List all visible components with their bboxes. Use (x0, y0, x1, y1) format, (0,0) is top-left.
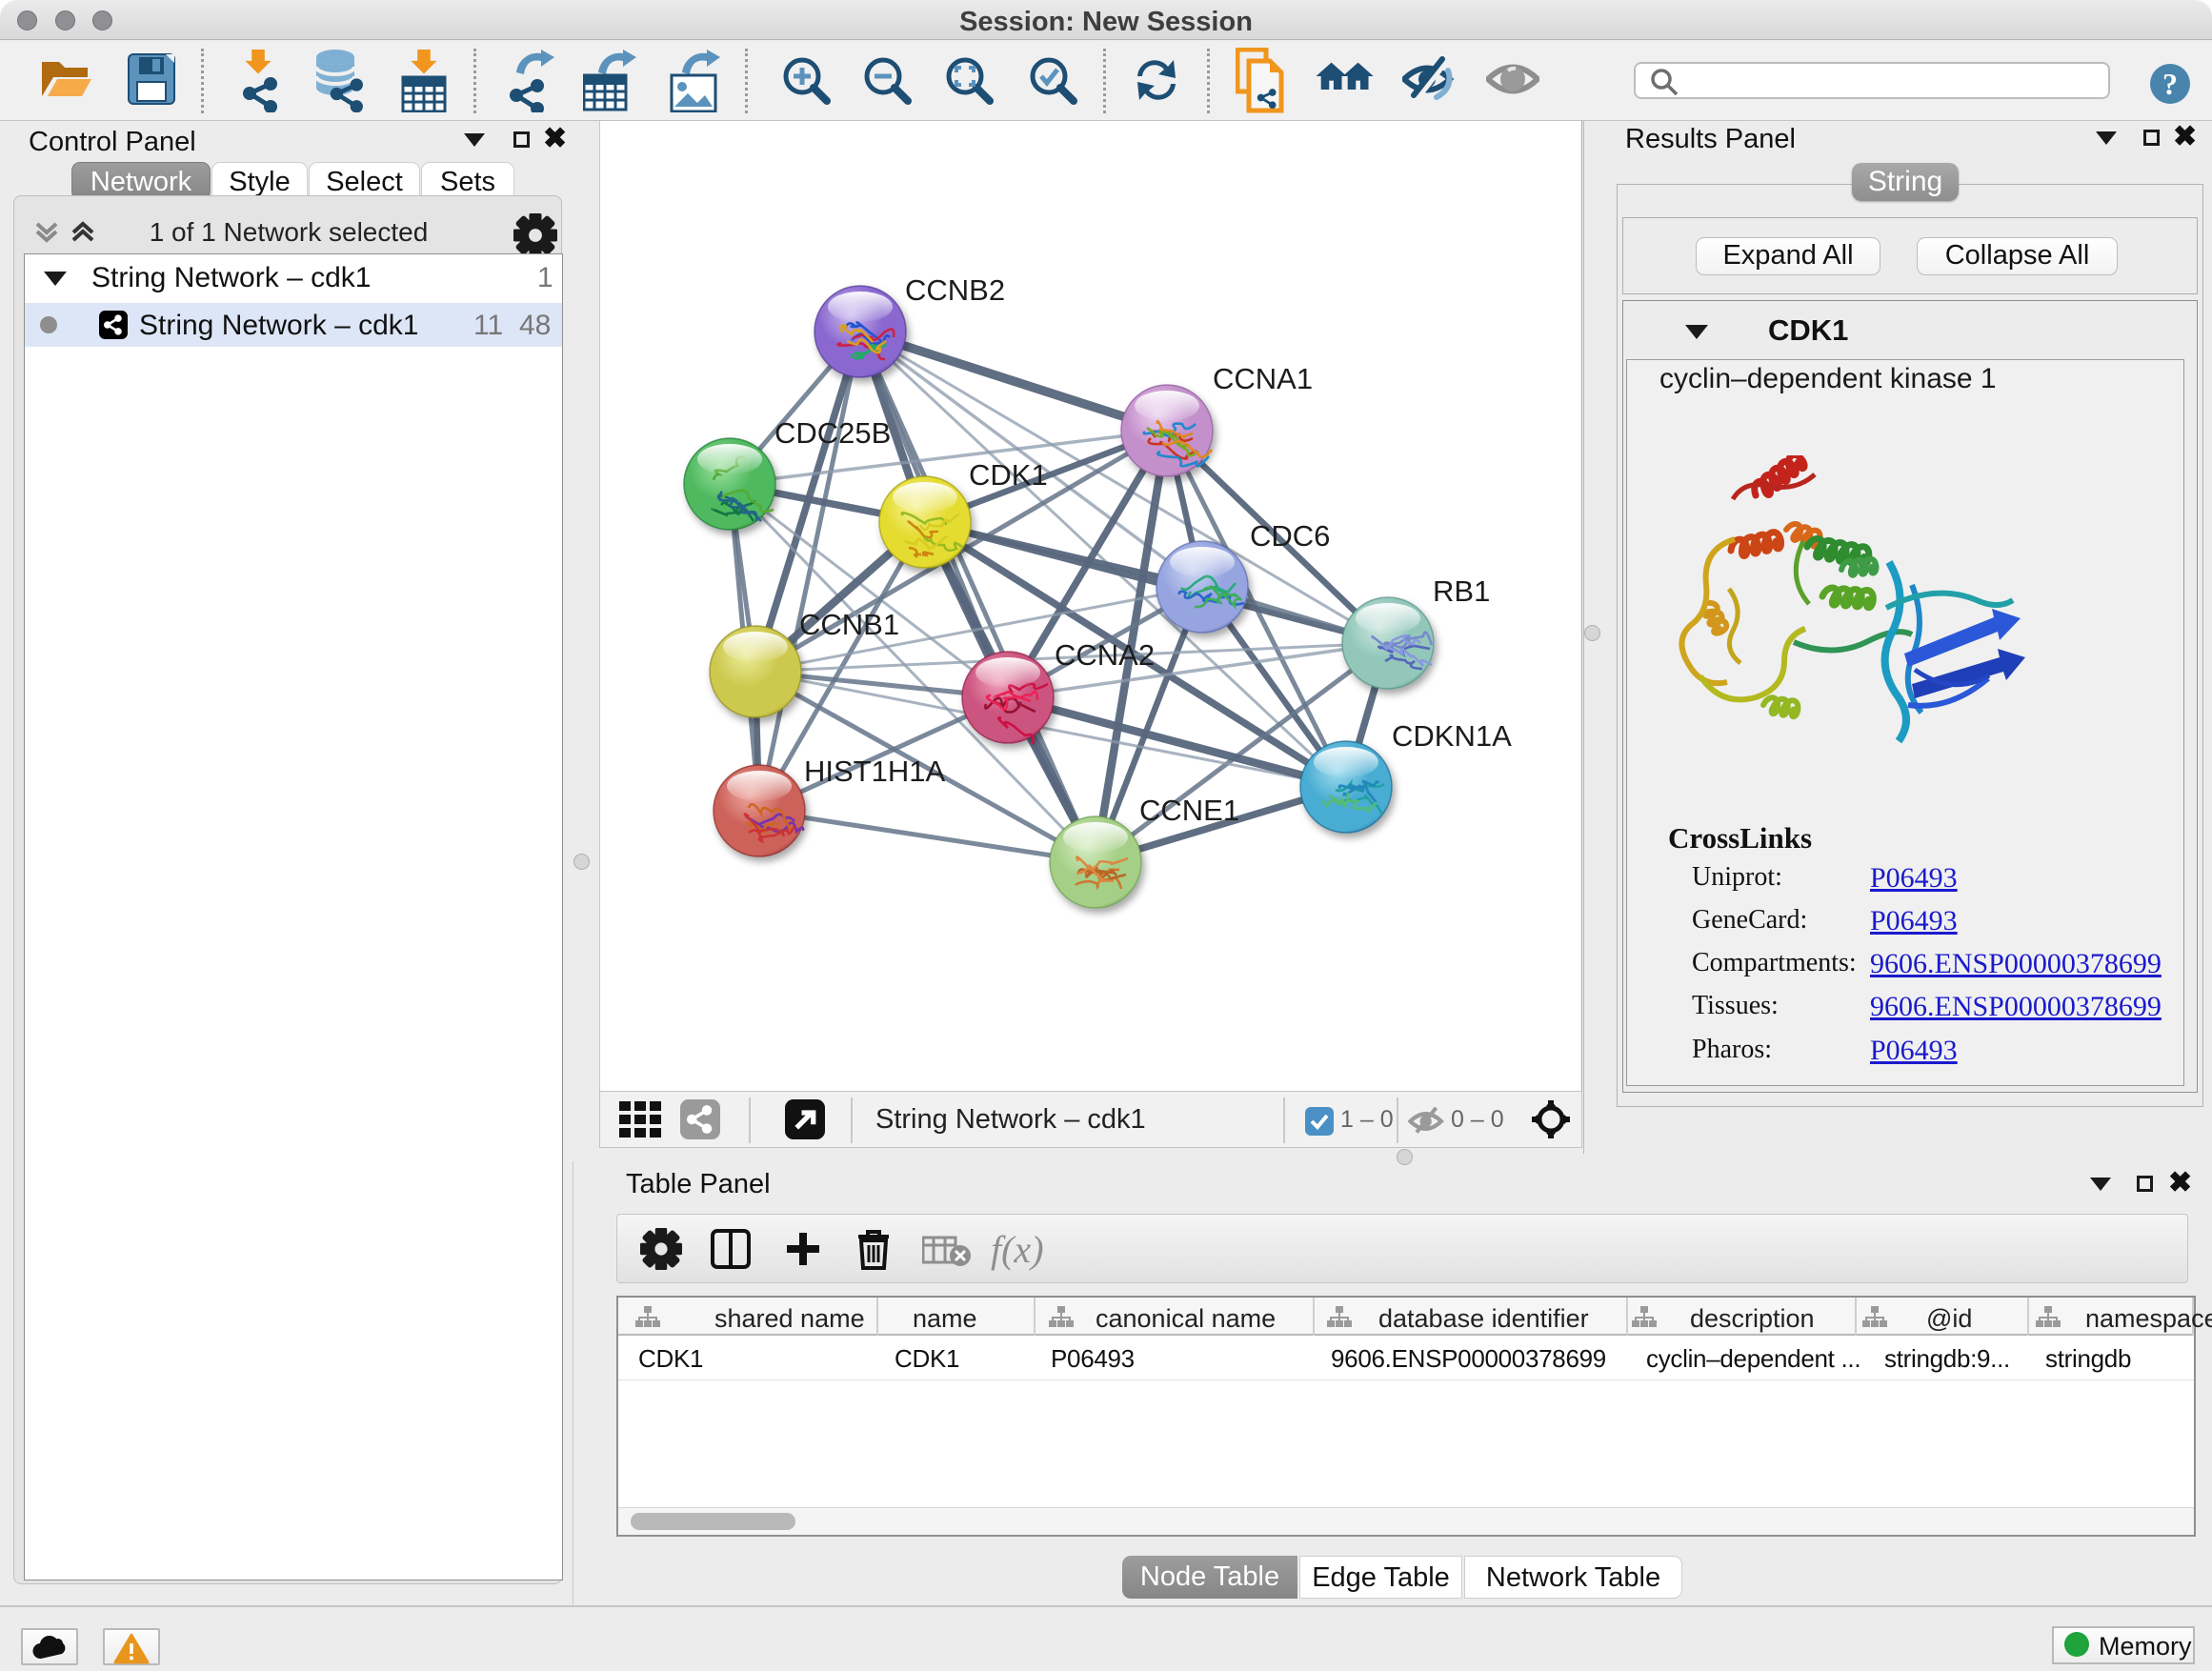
svg-text:CCNE1: CCNE1 (1139, 794, 1239, 827)
svg-text:?: ? (2162, 67, 2178, 101)
svg-text:CDC6: CDC6 (1250, 519, 1330, 553)
svg-text:CCNB1: CCNB1 (799, 608, 899, 641)
svg-text:CCNA1: CCNA1 (1213, 362, 1313, 395)
svg-text:CCNA2: CCNA2 (1055, 638, 1155, 672)
svg-text:HIST1H1A: HIST1H1A (804, 755, 945, 788)
svg-text:RB1: RB1 (1433, 574, 1490, 608)
svg-text:CDC25B: CDC25B (774, 416, 891, 450)
svg-text:CDK1: CDK1 (969, 458, 1048, 492)
svg-text:CCNB2: CCNB2 (905, 273, 1005, 307)
svg-text:CDKN1A: CDKN1A (1392, 719, 1512, 753)
